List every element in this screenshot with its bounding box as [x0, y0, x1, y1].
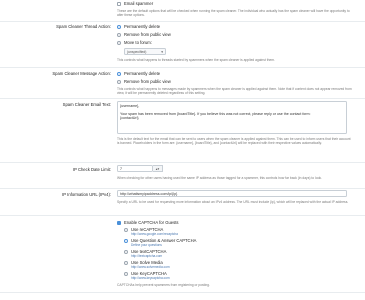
thread-action-remove-from-view[interactable]: Remove from public view: [117, 32, 171, 37]
radio[interactable]: [124, 227, 128, 232]
ip-info-url-input[interactable]: http://whatismyipaddress.com/ip/{ip}: [117, 190, 347, 197]
ip-info-url-value: http://whatismyipaddress.com/ip/{ip}: [120, 192, 178, 196]
email-text-line: {contactUrl}: [120, 116, 139, 121]
email-text-description: This is the default text for the email t…: [117, 137, 351, 146]
ip-check-value: 7: [120, 167, 122, 171]
option-label: Permanently delete: [124, 71, 161, 76]
message-action-remove-from-view[interactable]: Remove from public view: [117, 79, 171, 84]
option-label: Remove from public view: [124, 32, 171, 37]
radio[interactable]: [117, 40, 121, 45]
radio-selected[interactable]: [117, 71, 121, 76]
textcaptcha-link[interactable]: http://textcaptcha.com: [131, 254, 162, 258]
divider: [0, 98, 365, 99]
email-spammer-label: Email spammer: [124, 1, 154, 6]
divider: [0, 21, 365, 22]
ip-check-label: IP Check Date Limit:: [72, 167, 111, 172]
radio[interactable]: [124, 260, 128, 265]
recaptcha-link[interactable]: http://www.google.com/recaptcha: [131, 232, 178, 236]
keycaptcha-link[interactable]: http://www.keycaptcha.com: [131, 276, 170, 280]
ip-check-input[interactable]: 7: [117, 165, 153, 172]
message-action-label: Spam Cleaner Message Action:: [52, 71, 111, 76]
define-questions-link[interactable]: Define your questions: [131, 243, 162, 247]
email-spammer-checkbox[interactable]: [117, 1, 121, 6]
option-label: Move to forum:: [124, 40, 152, 45]
forum-select-value: (unspecified): [127, 50, 147, 54]
thread-action-label: Spam Cleaner Thread Action:: [56, 24, 111, 29]
radio-selected[interactable]: [124, 238, 128, 243]
default-options-description: These are the default options that will …: [117, 9, 350, 18]
email-text-label: Spam Cleaner Email Text:: [62, 102, 111, 107]
radio[interactable]: [124, 271, 128, 276]
radio[interactable]: [117, 32, 121, 37]
solvemedia-link[interactable]: http://www.solvemedia.com: [131, 265, 170, 269]
enable-captcha-checkbox[interactable]: [117, 220, 121, 225]
stepper-arrows-icon[interactable]: ▴▾: [153, 165, 163, 172]
divider: [0, 292, 365, 293]
message-action-description: This controls what happens to messages m…: [117, 87, 352, 96]
radio[interactable]: [117, 79, 121, 84]
enable-captcha-option[interactable]: Enable CAPTCHA for Guests: [117, 220, 178, 225]
divider: [0, 215, 365, 216]
forum-select[interactable]: (unspecified) ▾: [124, 48, 166, 55]
thread-action-description: This controls what happens to threads st…: [117, 58, 275, 62]
radio-selected[interactable]: [117, 24, 121, 29]
thread-action-permanently-delete[interactable]: Permanently delete: [117, 24, 160, 29]
divider: [0, 188, 365, 189]
email-spammer-option[interactable]: Email spammer: [117, 1, 153, 6]
ip-check-description: When checking for other users having use…: [117, 176, 323, 180]
option-label: Remove from public view: [124, 79, 171, 84]
enable-captcha-label: Enable CAPTCHA for Guests: [124, 220, 179, 225]
thread-action-move-to-forum[interactable]: Move to forum:: [117, 40, 152, 45]
chevron-down-icon: ▾: [161, 50, 163, 54]
message-action-permanently-delete[interactable]: Permanently delete: [117, 71, 160, 76]
captcha-description: CAPTCHAs help prevent spammers from regi…: [117, 283, 210, 287]
email-text-line: Your spam has been removed from {boardTi…: [120, 111, 311, 116]
ip-info-label: IP Information URL (IPv4):: [62, 192, 111, 197]
ip-info-description: Specify a URL to be used for requesting …: [117, 200, 349, 204]
email-text-textarea[interactable]: {username}, Your spam has been removed f…: [117, 101, 347, 134]
radio[interactable]: [124, 249, 128, 254]
divider: [0, 67, 365, 68]
option-label: Permanently delete: [124, 24, 161, 29]
divider: [0, 162, 365, 163]
